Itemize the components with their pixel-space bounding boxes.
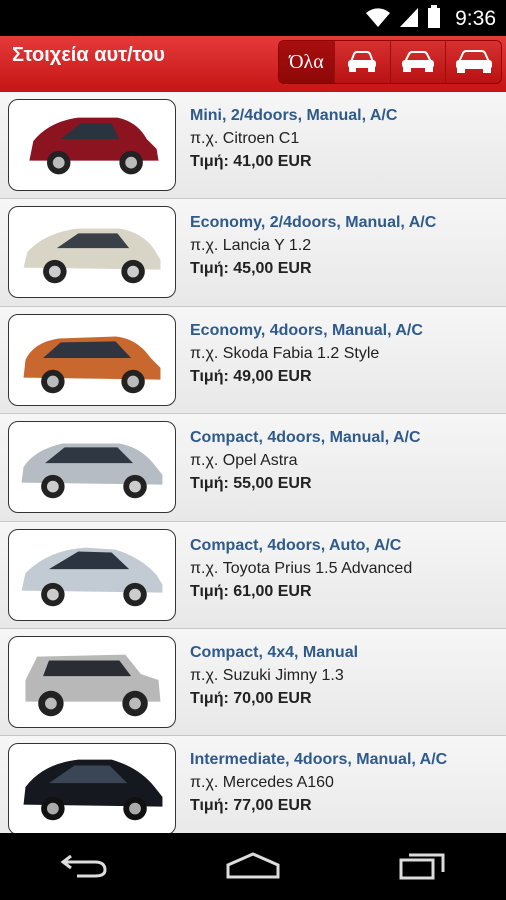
back-arrow-icon [59, 850, 109, 884]
large-car-icon [455, 47, 493, 77]
car-size-filter: Όλα [278, 40, 502, 84]
car-price: Τιμή: 45,00 EUR [190, 260, 312, 278]
car-category: Economy, 4doors, Manual, A/C [190, 321, 423, 339]
car-image [8, 206, 176, 299]
car-category: Compact, 4doors, Auto, A/C [190, 536, 402, 554]
system-nav-bar [0, 833, 506, 900]
car-image [8, 635, 176, 728]
app-bar: Στοιχεία αυτ/του Όλα [0, 36, 506, 92]
home-button[interactable] [213, 842, 293, 892]
car-price: Τιμή: 77,00 EUR [190, 797, 312, 815]
car-category: Intermediate, 4doors, Manual, A/C [190, 751, 448, 769]
car-category: Compact, 4x4, Manual [190, 643, 359, 661]
car-model: π.χ. Opel Astra [190, 452, 298, 470]
car-category: Compact, 4doors, Manual, A/C [190, 429, 421, 447]
medium-car-icon [401, 48, 435, 76]
car-price: Τιμή: 41,00 EUR [190, 153, 312, 170]
car-price: Τιμή: 55,00 EUR [190, 475, 312, 493]
car-icon [25, 654, 161, 717]
list-item[interactable]: Intermediate, 4doors, Manual, A/C π.χ. M… [0, 736, 506, 833]
cell-signal-icon [399, 6, 419, 32]
car-icon [23, 336, 161, 394]
filter-large-car-button[interactable] [446, 41, 501, 83]
list-item[interactable]: Economy, 2/4doors, Manual, A/C π.χ. Lanc… [0, 199, 506, 307]
car-icon [23, 228, 161, 284]
car-image [8, 421, 176, 514]
list-item[interactable]: Economy, 4doors, Manual, A/C π.χ. Skoda … [0, 306, 506, 415]
car-category: Economy, 2/4doors, Manual, A/C [190, 214, 437, 232]
status-bar: 9:36 [0, 0, 506, 36]
list-item[interactable]: Compact, 4doors, Auto, A/C π.χ. Toyota P… [0, 521, 506, 629]
car-list: Mini, 2/4doors, Manual, A/C π.χ. Citroen… [0, 92, 506, 833]
home-icon [225, 851, 281, 883]
car-icon [23, 759, 163, 821]
filter-all-label: Όλα [289, 50, 324, 73]
wifi-icon [365, 6, 391, 32]
status-icons: 9:36 [365, 5, 496, 33]
car-icon [29, 117, 159, 175]
car-category: Mini, 2/4doors, Manual, A/C [190, 107, 398, 124]
recent-apps-button[interactable] [382, 842, 462, 892]
car-price: Τιμή: 70,00 EUR [190, 689, 312, 707]
filter-small-car-button[interactable] [334, 41, 391, 83]
filter-all-button[interactable]: Όλα [279, 41, 335, 83]
small-car-icon [347, 48, 377, 76]
car-price: Τιμή: 49,00 EUR [190, 367, 312, 385]
page-title: Στοιχεία αυτ/του [12, 44, 165, 66]
car-model: π.χ. Skoda Fabia 1.2 Style [190, 344, 380, 362]
back-button[interactable] [44, 842, 124, 892]
car-icon [21, 547, 163, 606]
battery-icon [427, 5, 441, 33]
clock: 9:36 [455, 7, 496, 30]
car-model: π.χ. Toyota Prius 1.5 Advanced [190, 559, 413, 577]
filter-medium-car-button[interactable] [390, 41, 447, 83]
car-model: π.χ. Mercedes A160 [190, 774, 334, 792]
list-item[interactable]: Mini, 2/4doors, Manual, A/C π.χ. Citroen… [0, 92, 506, 200]
car-price: Τιμή: 61,00 EUR [190, 582, 312, 600]
list-item[interactable]: Compact, 4x4, Manual π.χ. Suzuki Jimny 1… [0, 628, 506, 737]
car-image [8, 528, 176, 621]
car-icon [21, 443, 163, 499]
car-image [8, 313, 176, 406]
recent-apps-icon [397, 850, 447, 884]
list-item[interactable]: Compact, 4doors, Manual, A/C π.χ. Opel A… [0, 414, 506, 522]
car-model: π.χ. Lancia Y 1.2 [190, 237, 312, 255]
car-image [8, 99, 176, 191]
car-image [8, 743, 176, 833]
car-model: π.χ. Citroen C1 [190, 130, 300, 147]
car-model: π.χ. Suzuki Jimny 1.3 [190, 666, 344, 684]
